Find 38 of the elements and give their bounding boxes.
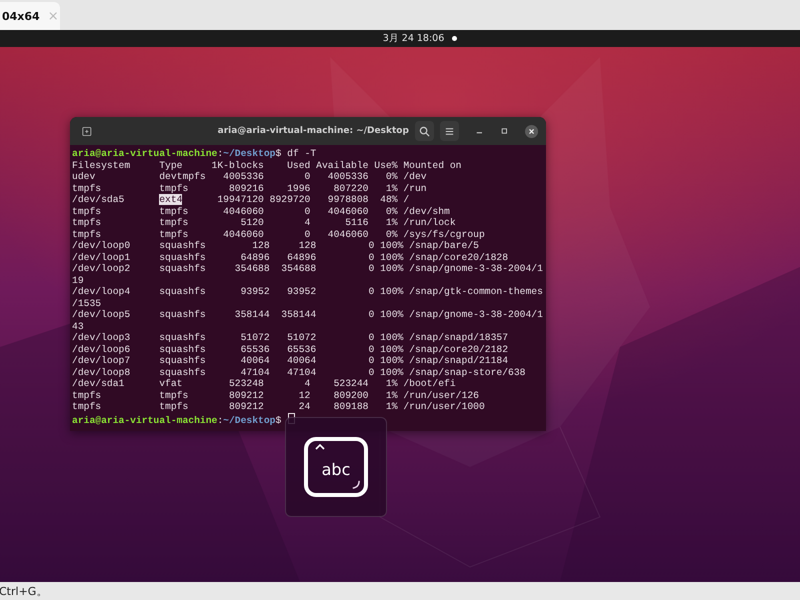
notification-dot-icon <box>452 36 458 41</box>
clock[interactable]: 3月 24 18:06 <box>382 32 444 45</box>
terminal-line: /dev/sda5 ext4 19947120 8929720 9978808 48% / <box>72 194 410 206</box>
terminal-line: /dev/loop1 squashfs 64896 64896 0 100% /snap/core20/1828 <box>72 252 508 263</box>
terminal-line: 19 <box>72 274 84 286</box>
new-tab-icon[interactable] <box>82 126 92 136</box>
terminal-line: tmpfs tmpfs 4046060 0 4046060 0% /sys/fs/cgroup <box>72 228 485 240</box>
tab-title: 04x64 <box>2 10 40 22</box>
terminal-line: udev devtmpfs 4005336 0 4005336 0% /dev <box>72 171 427 182</box>
browser-tab[interactable]: 04x64 × <box>0 2 60 30</box>
terminal-line: /dev/loop2 squashfs 354688 354688 0 100% /snap/gnome-3-38-2004/1 <box>72 263 543 274</box>
terminal-line: /dev/loop0 squashfs 128 128 0 100% /snap/bare/5 <box>72 240 479 252</box>
caret-icon <box>315 444 325 450</box>
terminal-line: /dev/loop7 squashfs 40064 40064 0 100% /snap/snapd/21184 <box>72 355 508 366</box>
menu-button[interactable] <box>440 121 460 141</box>
terminal-line: tmpfs tmpfs 809216 1996 807220 1% /run <box>72 182 427 194</box>
terminal-line: /dev/loop6 squashfs 65536 65536 0 100% /snap/core20/2182 <box>72 344 508 355</box>
terminal-line: /dev/loop4 squashfs 93952 93952 0 100% /snap/gtk-common-themes <box>72 286 543 298</box>
terminal-line: 43 <box>72 320 84 332</box>
terminal-line: tmpfs tmpfs 5120 4 5116 1% /run/lock <box>72 217 456 228</box>
terminal-line: /1535 <box>72 298 102 309</box>
terminal-line: Filesystem Type 1K-blocks Used Available Use% Mounted on <box>72 160 462 171</box>
terminal-line: /dev/loop8 squashfs 47104 47104 0 100% /snap/snap-store/638 <box>72 366 526 378</box>
window-title: aria@aria-virtual-machine: ~/Desktop <box>216 126 409 136</box>
terminal-line: /dev/loop5 squashfs 358144 358144 0 100% /snap/gnome-3-38-2004/1 <box>72 309 543 320</box>
prompt-line: aria@aria-virtual-machine:~/Desktop$ df -T <box>72 148 316 160</box>
terminal-line: /dev/sda1 vfat 523248 4 523244 1% /boot/efi <box>72 378 456 390</box>
search-button[interactable] <box>414 121 434 141</box>
terminal-line: tmpfs tmpfs 809212 12 809200 1% /run/user/126 <box>72 390 479 401</box>
terminal-line: tmpfs tmpfs 4046060 0 4046060 0% /dev/shm <box>72 206 450 217</box>
terminal-line: /dev/loop3 squashfs 51072 51072 0 100% /snap/snapd/18357 <box>72 332 508 344</box>
search-icon <box>419 126 430 136</box>
input-method-label: abc <box>322 460 350 478</box>
maximize-icon[interactable] <box>500 126 509 136</box>
menu-icon <box>444 126 456 136</box>
arc-icon <box>351 480 360 489</box>
terminal-line: tmpfs tmpfs 809212 24 809188 1% /run/user/1000 <box>72 401 485 412</box>
close-icon[interactable] <box>524 124 538 138</box>
